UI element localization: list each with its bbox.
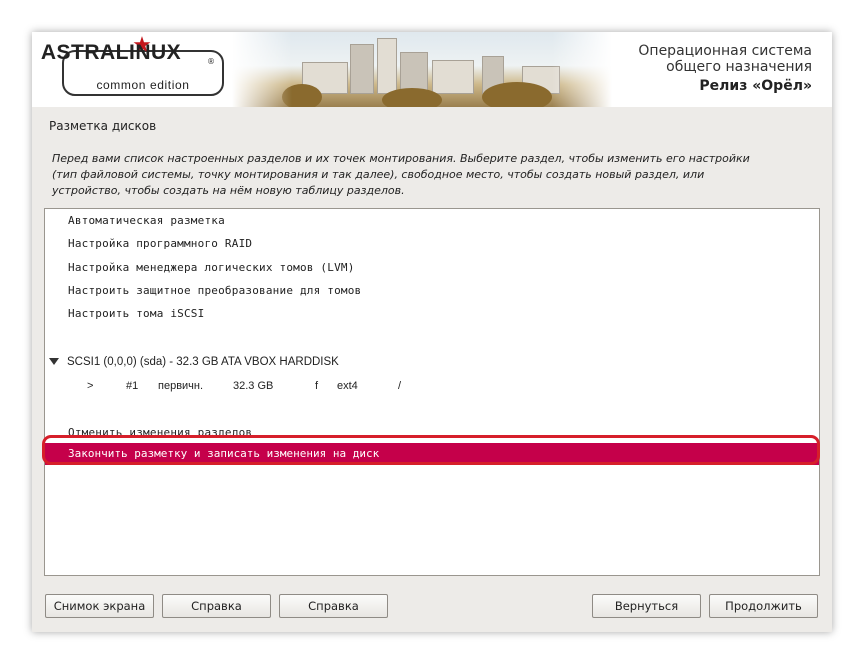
list-item-auto-partition[interactable]: Автоматическая разметка — [68, 214, 225, 227]
expand-triangle-icon[interactable] — [49, 358, 59, 366]
page-title: Разметка дисков — [49, 119, 157, 133]
page-description: Перед вами список настроенных разделов и… — [52, 151, 822, 199]
description-line: Перед вами список настроенных разделов и… — [52, 152, 750, 165]
partition-number[interactable]: #1 — [126, 380, 138, 392]
help-button[interactable]: Справка — [162, 594, 271, 618]
header-banner: ★ ASTRALINUX ® common edition Операционн… — [32, 32, 832, 107]
description-line: (тип файловой системы, точку монтировани… — [52, 168, 705, 181]
list-item-iscsi[interactable]: Настроить тома iSCSI — [68, 307, 204, 320]
os-title-line1: Операционная система — [638, 43, 812, 59]
list-item-software-raid[interactable]: Настройка программного RAID — [68, 237, 252, 250]
partition-list[interactable]: Автоматическая разметка Настройка програ… — [44, 208, 820, 576]
partition-type: первичн. — [158, 380, 204, 392]
os-title-line2: общего назначения — [666, 59, 812, 75]
list-item-lvm[interactable]: Настройка менеджера логических томов (LV… — [68, 261, 355, 274]
list-item-disk[interactable]: SCSI1 (0,0,0) (sda) - 32.3 GB ATA VBOX H… — [49, 356, 339, 368]
os-release: Релиз «Орёл» — [699, 78, 812, 94]
disk-label: SCSI1 (0,0,0) (sda) - 32.3 GB ATA VBOX H… — [67, 356, 339, 368]
selection-highlight-annotation — [42, 435, 820, 465]
help-button-2[interactable]: Справка — [279, 594, 388, 618]
description-line: устройство, чтобы создать на нём новую т… — [52, 184, 405, 197]
partition-flag: f — [315, 380, 319, 392]
logo-subtitle: common edition — [96, 78, 190, 92]
partition-size: 32.3 GB — [233, 380, 274, 392]
continue-button[interactable]: Продолжить — [709, 594, 818, 618]
logo-registered-mark: ® — [207, 57, 215, 66]
screenshot-button[interactable]: Снимок экрана — [45, 594, 154, 618]
list-item-encryption[interactable]: Настроить защитное преобразование для то… — [68, 284, 361, 297]
installer-window: ★ ASTRALINUX ® common edition Операционн… — [32, 32, 832, 632]
partition-filesystem: ext4 — [337, 380, 358, 392]
back-button[interactable]: Вернуться — [592, 594, 701, 618]
logo-title: ASTRALINUX — [40, 41, 182, 64]
partition-mount-point: / — [398, 380, 402, 392]
os-title: Операционная система общего назначения — [638, 43, 812, 75]
partition-marker-icon: > — [87, 380, 94, 392]
